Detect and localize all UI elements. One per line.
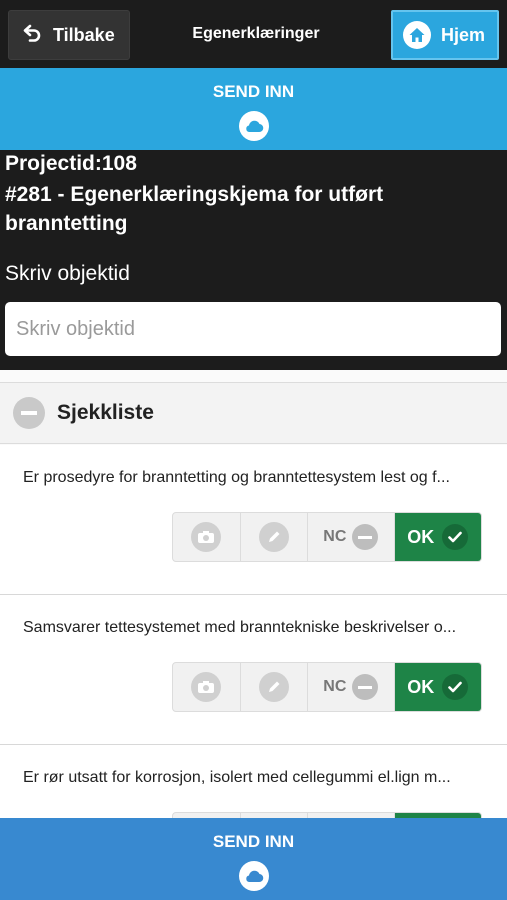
nc-label: NC	[323, 678, 347, 695]
checklist-header[interactable]: Sjekkliste	[0, 382, 507, 444]
checklist-panel: Sjekkliste Er prosedyre for branntetting…	[0, 370, 507, 818]
edit-button[interactable]	[241, 513, 309, 561]
camera-icon	[191, 672, 222, 702]
ok-label: OK	[407, 676, 435, 697]
ok-button[interactable]: OK	[394, 663, 481, 711]
answer-buttons: NC OK	[172, 512, 482, 562]
project-info: Projectid:108 #281 - Egenerklæringskjema…	[0, 150, 507, 370]
ok-button[interactable]: OK	[394, 513, 481, 561]
pencil-icon	[258, 522, 289, 552]
edit-button[interactable]	[241, 663, 309, 711]
back-button-label: Tilbake	[53, 24, 115, 45]
pencil-icon	[258, 672, 289, 702]
camera-button[interactable]	[173, 663, 241, 711]
back-arrow-icon	[23, 23, 43, 48]
back-button[interactable]: Tilbake	[8, 10, 130, 60]
nc-label: NC	[323, 528, 347, 545]
checklist-title: Sjekkliste	[57, 401, 154, 424]
camera-icon	[191, 522, 222, 552]
question-text: Samsvarer tettesystemet med brannteknisk…	[23, 619, 457, 636]
object-id-label: Skriv objektid	[5, 262, 130, 285]
minus-icon	[352, 524, 379, 550]
camera-button[interactable]	[173, 513, 241, 561]
nc-button[interactable]: NC	[308, 663, 395, 711]
check-icon	[442, 674, 469, 700]
home-icon	[403, 21, 431, 49]
send-label: SEND INN	[212, 82, 295, 101]
send-button-top[interactable]: SEND INN	[0, 68, 507, 150]
page-title: Egenerklæringer	[192, 25, 320, 42]
question-text: Er prosedyre for branntetting og brannte…	[23, 469, 450, 486]
answer-buttons: NC OK	[172, 662, 482, 712]
checklist-item: Samsvarer tettesystemet med brannteknisk…	[0, 595, 507, 745]
ok-label: OK	[407, 526, 435, 547]
minus-icon	[352, 674, 379, 700]
form-title: #281 - Egenerklæringskjema for utført br…	[5, 183, 384, 235]
collapse-icon	[13, 397, 45, 429]
send-button-bottom[interactable]: SEND INN	[0, 818, 507, 900]
check-icon	[442, 524, 469, 550]
project-id: Projectid:108	[5, 152, 137, 175]
home-button[interactable]: Hjem	[391, 10, 499, 60]
cloud-upload-icon	[238, 111, 269, 141]
send-label: SEND INN	[212, 832, 295, 851]
checklist-item: Er prosedyre for branntetting og brannte…	[0, 445, 507, 595]
cloud-upload-icon	[238, 861, 269, 891]
checklist-item: Er rør utsatt for korrosjon, isolert med…	[0, 745, 507, 818]
question-text: Er rør utsatt for korrosjon, isolert med…	[23, 769, 451, 786]
home-button-label: Hjem	[441, 24, 486, 45]
top-bar: Tilbake Egenerklæringer Hjem	[0, 0, 507, 68]
object-id-input[interactable]	[5, 302, 501, 356]
nc-button[interactable]: NC	[308, 513, 395, 561]
